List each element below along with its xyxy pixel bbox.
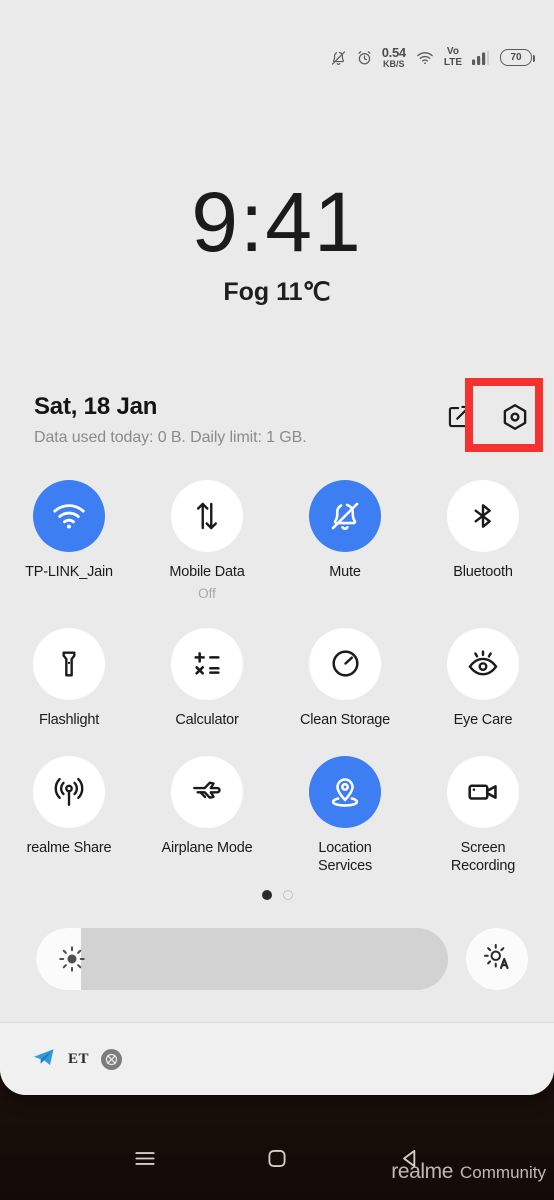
home-button[interactable]	[264, 1146, 290, 1177]
home-square-icon	[264, 1146, 290, 1177]
broadcast-icon	[54, 778, 84, 807]
tile-mute[interactable]: Mute	[276, 480, 414, 601]
tile-realme-share-label: realme Share	[26, 840, 112, 857]
navigation-bar: realme Community	[0, 1122, 554, 1200]
bell-slash-icon	[330, 49, 347, 67]
bluetooth-icon	[474, 504, 491, 528]
sun-icon	[57, 944, 87, 974]
tile-mute-label: Mute	[329, 564, 361, 580]
tile-location-services-circle[interactable]	[309, 756, 381, 829]
watermark-brand: realme	[391, 1160, 454, 1183]
brightness-control	[36, 928, 528, 990]
volte-indicator: Vo LTE	[443, 46, 462, 68]
airplane-icon	[193, 781, 221, 800]
tile-bluetooth[interactable]: Bluetooth	[414, 480, 552, 601]
tile-screen-recording-label: Screen Recording	[450, 840, 516, 875]
gauge-icon	[331, 650, 359, 677]
current-date: Sat, 18 Jan	[34, 393, 158, 420]
clock-widget: 9:41 Fog 11℃	[0, 175, 554, 307]
tile-row-1: TP-LINK_Jain Mobile Data Off Mute Blueto…	[0, 480, 554, 601]
network-speed-indicator: 0.54 KB/S	[382, 46, 406, 69]
tile-mobile-data-label: Mobile Data	[169, 564, 245, 580]
notification-strip[interactable]: ET	[0, 1023, 554, 1095]
quick-settings-panel: 0.54 KB/S Vo LTE 70 9:41 Fog 11℃ Sat, 18…	[0, 0, 554, 1095]
brightness-slider[interactable]	[36, 928, 448, 990]
clock-time: 9:41	[191, 175, 363, 269]
menu-icon	[130, 1146, 160, 1177]
sun-auto-icon	[482, 942, 512, 977]
tile-location-services[interactable]: Location Services	[276, 756, 414, 875]
tile-wifi-circle[interactable]	[33, 480, 105, 552]
tile-wifi-label: TP-LINK_Jain	[25, 564, 113, 580]
network-speed-value: 0.54	[381, 45, 406, 60]
telegram-icon	[32, 1045, 56, 1074]
et-app-icon: ET	[68, 1050, 90, 1067]
battery-indicator: 70	[500, 49, 535, 66]
mobile-data-icon	[197, 502, 217, 530]
location-pin-icon	[331, 778, 359, 808]
tile-location-services-label: Location Services	[318, 840, 372, 875]
tile-clean-storage-circle[interactable]	[309, 627, 381, 700]
tile-calculator-label: Calculator	[175, 711, 239, 728]
network-speed-unit: KB/S	[383, 59, 405, 69]
recents-button[interactable]	[130, 1146, 160, 1177]
data-usage-text: Data used today: 0 B. Daily limit: 1 GB.	[34, 429, 307, 446]
status-bar: 0.54 KB/S Vo LTE 70	[330, 46, 535, 69]
tile-bluetooth-circle[interactable]	[447, 480, 519, 552]
phone-screen: 0.54 KB/S Vo LTE 70 9:41 Fog 11℃ Sat, 18…	[0, 0, 554, 1200]
tile-bluetooth-label: Bluetooth	[453, 564, 513, 580]
tile-eye-care[interactable]: Eye Care	[414, 627, 552, 730]
tile-airplane-mode-circle[interactable]	[171, 756, 243, 829]
quick-settings-tiles: TP-LINK_Jain Mobile Data Off Mute Blueto…	[0, 480, 554, 876]
date-row: Sat, 18 Jan Data used today: 0 B. Daily …	[34, 393, 536, 447]
bell-slash-icon	[331, 502, 359, 530]
tile-flashlight-circle[interactable]	[33, 627, 105, 700]
eye-icon	[468, 650, 498, 676]
highlight-box	[465, 378, 543, 452]
tile-eye-care-label: Eye Care	[453, 711, 513, 728]
tile-calculator-circle[interactable]	[171, 627, 243, 700]
page-dot-2[interactable]	[282, 890, 293, 900]
tile-mobile-data-circle[interactable]	[171, 480, 243, 552]
tile-clean-storage[interactable]: Clean Storage	[276, 627, 414, 730]
signal-bars-icon	[471, 49, 491, 66]
tile-row-2: Flashlight Calculator Clean Storage Eye …	[0, 627, 554, 730]
auto-brightness-button[interactable]	[466, 928, 528, 990]
weather-text: Fog 11℃	[223, 277, 331, 306]
wifi-icon	[415, 49, 435, 67]
tile-airplane-mode-label: Airplane Mode	[161, 840, 253, 857]
tile-clean-storage-label: Clean Storage	[299, 711, 391, 728]
tile-screen-recording[interactable]: Screen Recording	[414, 756, 552, 875]
battery-level: 70	[510, 52, 522, 63]
tile-flashlight-label: Flashlight	[38, 711, 100, 728]
grey-app-icon	[101, 1048, 123, 1070]
calculator-icon	[194, 651, 220, 675]
tile-realme-share-circle[interactable]	[33, 756, 105, 829]
video-camera-icon	[468, 784, 497, 801]
tile-realme-share[interactable]: realme Share	[0, 756, 138, 875]
tile-calculator[interactable]: Calculator	[138, 627, 276, 730]
tile-mobile-data-sublabel: Off	[198, 585, 216, 601]
tile-mobile-data[interactable]: Mobile Data Off	[138, 480, 276, 601]
alarm-clock-icon	[356, 49, 373, 67]
volte-line-2: LTE	[443, 56, 462, 68]
wifi-icon	[53, 504, 85, 529]
page-indicator	[0, 890, 554, 900]
realme-community-watermark: realme Community	[391, 1160, 546, 1184]
tile-screen-recording-circle[interactable]	[447, 756, 519, 829]
tile-mute-circle[interactable]	[309, 480, 381, 552]
flashlight-icon	[62, 651, 76, 677]
volte-line-1: Vo	[446, 46, 459, 57]
tile-flashlight[interactable]: Flashlight	[0, 627, 138, 730]
tile-row-3: realme Share Airplane Mode Location Serv…	[0, 756, 554, 875]
page-dot-1[interactable]	[261, 890, 272, 900]
tile-eye-care-circle[interactable]	[447, 627, 519, 700]
tile-wifi[interactable]: TP-LINK_Jain	[0, 480, 138, 601]
watermark-suffix: Community	[460, 1163, 546, 1182]
tile-airplane-mode[interactable]: Airplane Mode	[138, 756, 276, 875]
date-info: Sat, 18 Jan Data used today: 0 B. Daily …	[34, 393, 307, 447]
